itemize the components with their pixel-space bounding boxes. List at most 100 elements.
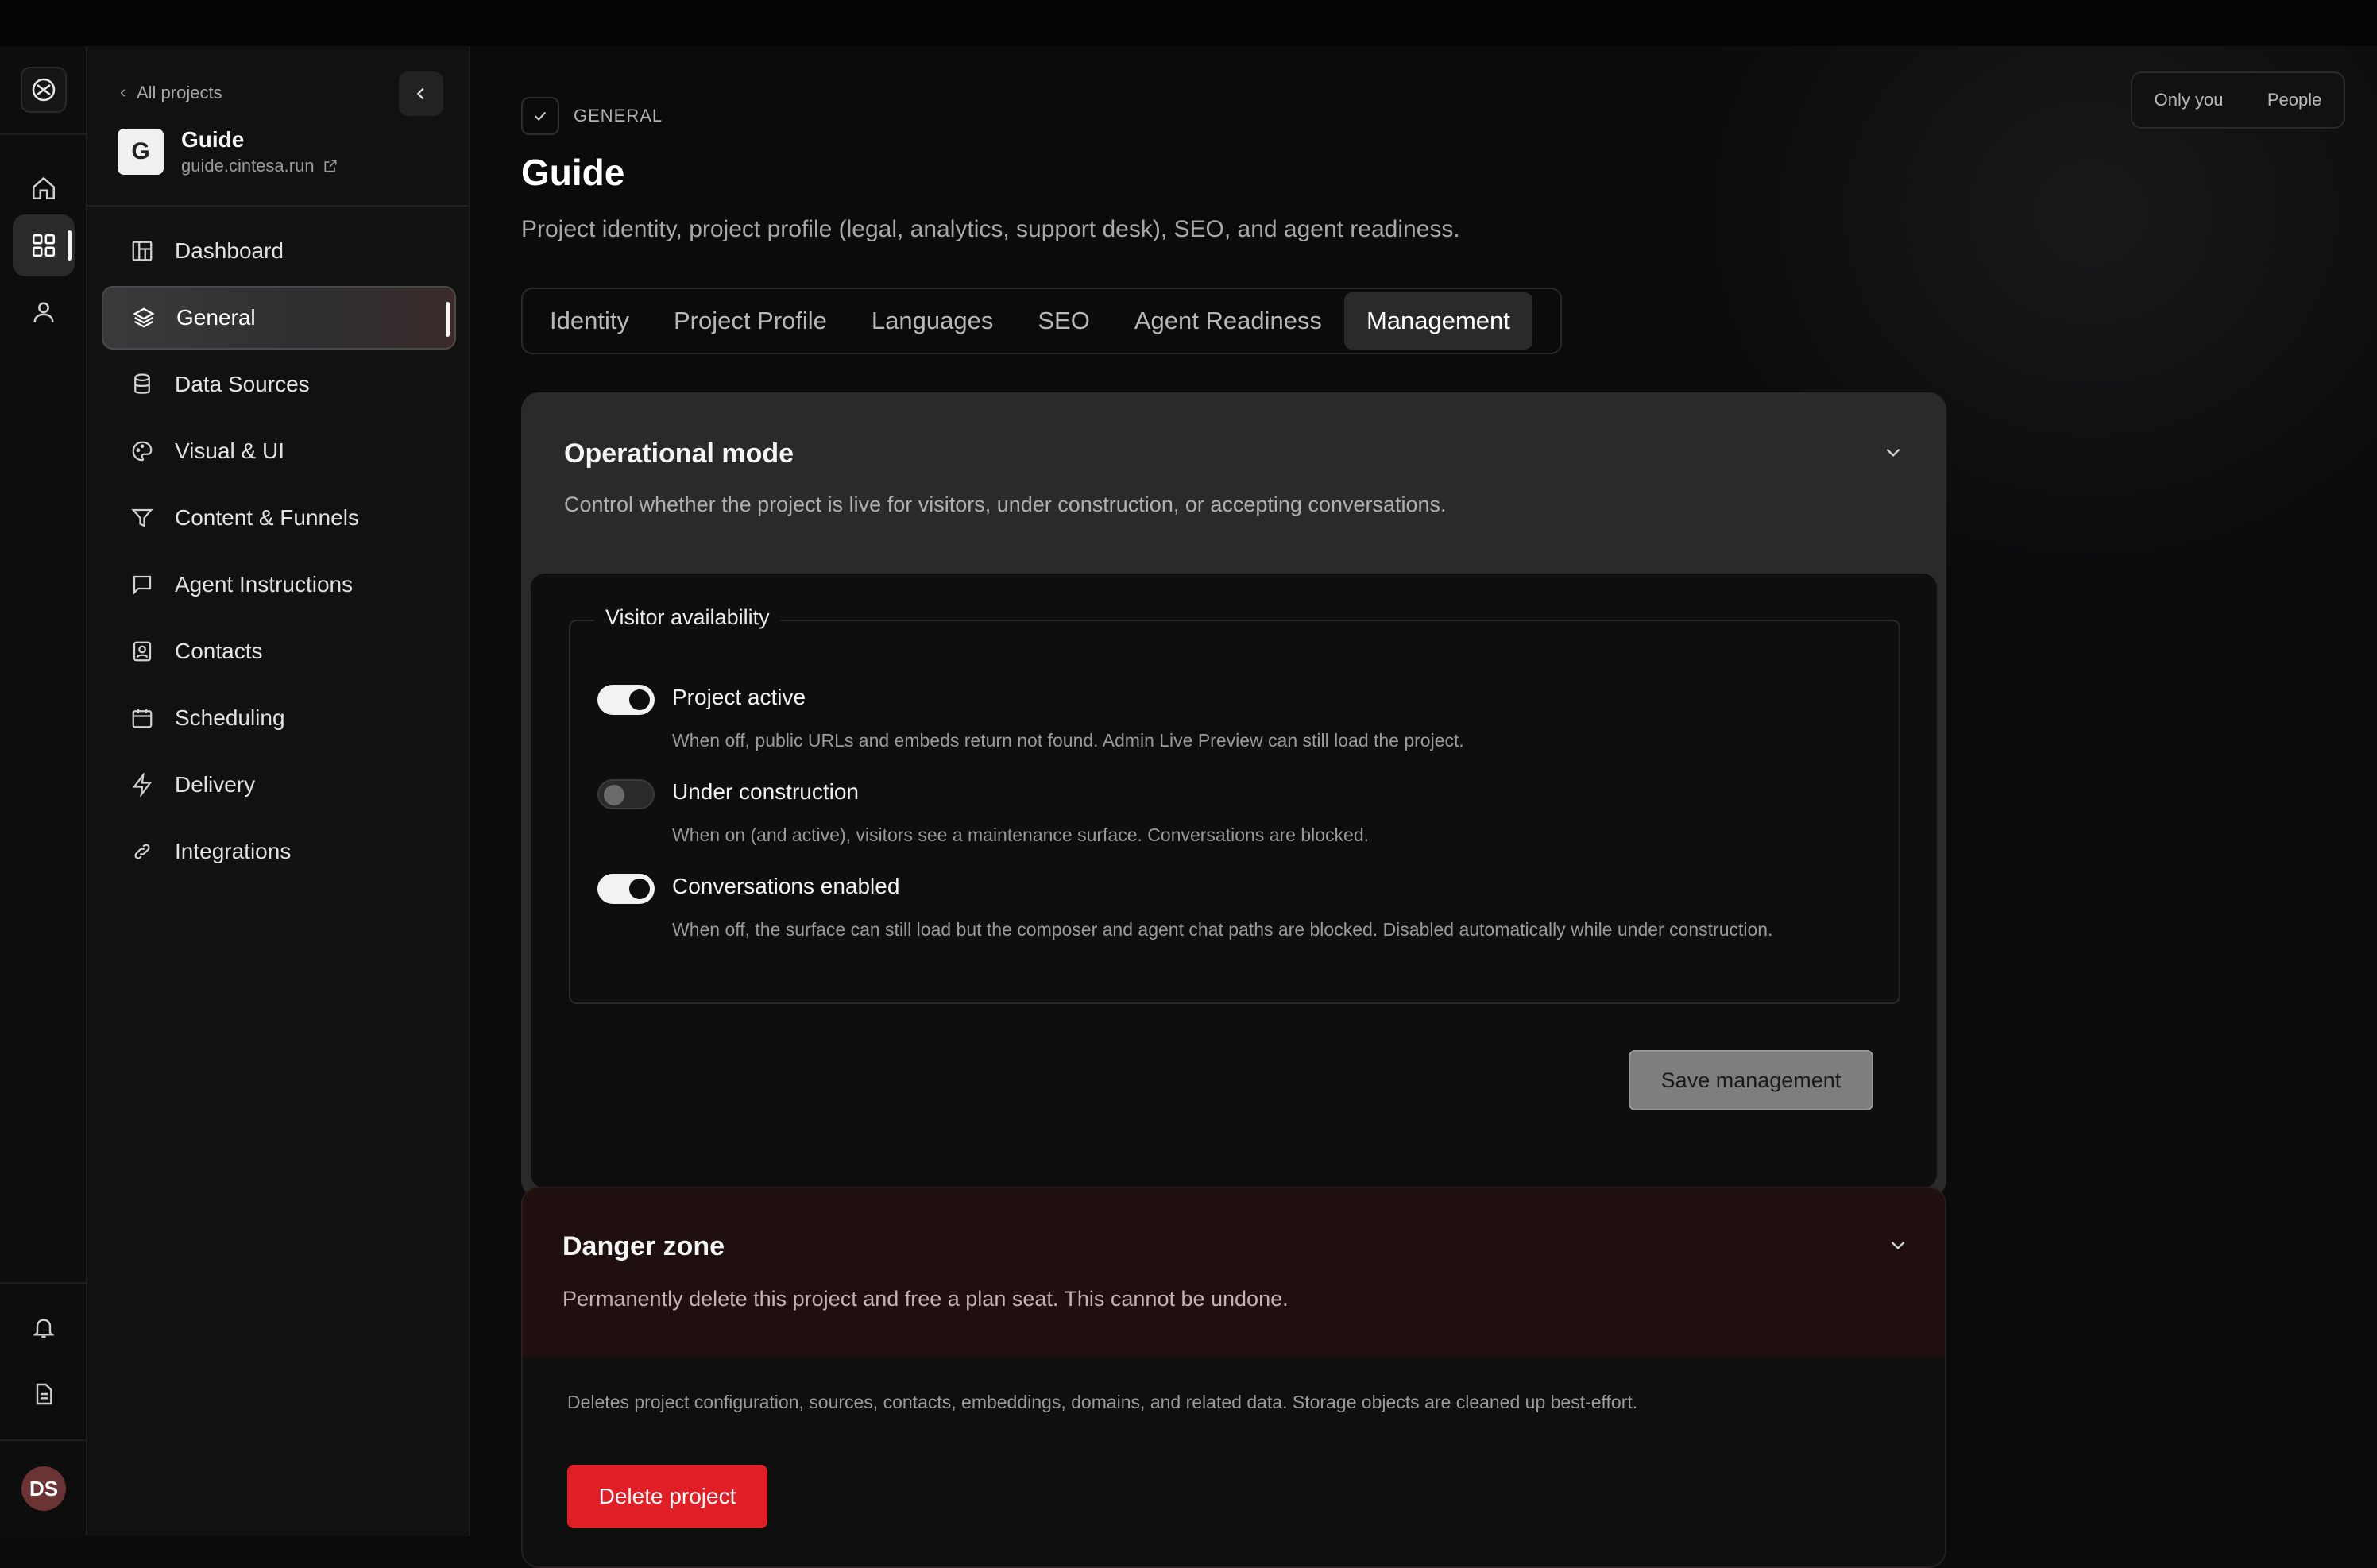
sidebar-item-label: Delivery	[175, 772, 256, 797]
project-thumbnail: G	[118, 129, 164, 175]
visitor-availability-fieldset: Visitor availability Project active When…	[569, 605, 1900, 1004]
toggle-knob	[629, 879, 650, 899]
project-thumb-letter: G	[131, 138, 150, 164]
grid-icon[interactable]	[13, 214, 75, 276]
danger-zone-note: Deletes project configuration, sources, …	[567, 1392, 1638, 1412]
toggle-knob	[604, 785, 624, 805]
sidebar-item-data-sources[interactable]: Data Sources	[102, 353, 456, 416]
sidebar-item-general[interactable]: General	[102, 286, 456, 350]
funnel-icon	[131, 508, 153, 527]
operational-mode-card: Operational mode Control whether the pro…	[521, 392, 1946, 1198]
toggle-label: Under construction	[672, 779, 860, 804]
tab-seo[interactable]: SEO	[1015, 292, 1111, 350]
main-content: Only you People GENERAL Guide Project id…	[470, 46, 2377, 1568]
window-top-strip	[0, 0, 2377, 46]
project-active-toggle[interactable]	[597, 685, 655, 715]
sidebar-item-label: General	[176, 305, 256, 330]
check-icon	[521, 97, 559, 135]
save-management-button[interactable]: Save management	[1629, 1050, 1873, 1110]
page-title: Guide	[521, 152, 625, 193]
operational-mode-description: Control whether the project is live for …	[564, 492, 1447, 516]
tab-bar: Identity Project Profile Languages SEO A…	[521, 288, 1562, 354]
sidebar-item-integrations[interactable]: Integrations	[102, 820, 456, 883]
active-indicator	[68, 230, 72, 261]
bolt-icon	[132, 773, 153, 797]
visitor-availability-legend: Visitor availability	[594, 605, 781, 630]
back-to-projects-link[interactable]: All projects	[118, 83, 222, 103]
toggle-help: When off, public URLs and embeds return …	[672, 730, 1464, 751]
operational-mode-title: Operational mode	[564, 438, 794, 469]
sidebar-item-label: Agent Instructions	[175, 572, 354, 597]
chevron-left-icon	[416, 87, 424, 100]
sidebar-item-delivery[interactable]: Delivery	[102, 753, 456, 817]
chevron-left-icon	[120, 89, 126, 97]
sidebar-item-label: Scheduling	[175, 705, 285, 730]
palette-icon	[132, 441, 153, 462]
app-logo-icon[interactable]	[21, 67, 67, 113]
bell-icon[interactable]	[13, 1296, 75, 1358]
project-url-link[interactable]: guide.cintesa.run	[181, 156, 338, 176]
sidebar-item-scheduling[interactable]: Scheduling	[102, 686, 456, 750]
sidebar-item-visual-ui[interactable]: Visual & UI	[102, 419, 456, 483]
document-icon[interactable]	[13, 1363, 75, 1425]
link-icon	[134, 844, 150, 859]
sidebar-item-label: Integrations	[175, 839, 292, 863]
sidebar-item-agent-instructions[interactable]: Agent Instructions	[102, 553, 456, 616]
visibility-only-you[interactable]: Only you	[2155, 90, 2224, 110]
rail-divider	[0, 1439, 87, 1441]
layers-icon	[133, 307, 155, 328]
breadcrumb: GENERAL	[521, 97, 663, 135]
home-icon[interactable]	[13, 157, 75, 219]
sidebar-divider	[87, 205, 469, 207]
toggle-help: When on (and active), visitors see a mai…	[672, 825, 1369, 845]
avatar[interactable]: DS	[21, 1466, 66, 1511]
icon-rail: DS	[0, 46, 87, 1536]
sidebar-item-contacts[interactable]: Contacts	[102, 620, 456, 683]
project-name: Guide	[181, 127, 245, 152]
sidebar-item-label: Content & Funnels	[175, 505, 359, 530]
active-indicator	[446, 302, 450, 337]
visibility-toggle: Only you People	[2131, 71, 2345, 129]
back-link-label: All projects	[137, 83, 222, 102]
chat-icon	[133, 575, 152, 595]
visibility-people[interactable]: People	[2267, 90, 2322, 110]
tab-agent-readiness[interactable]: Agent Readiness	[1112, 292, 1344, 350]
breadcrumb-label: GENERAL	[574, 106, 663, 126]
sidebar-item-label: Contacts	[175, 639, 263, 663]
tab-project-profile[interactable]: Project Profile	[651, 292, 849, 350]
dashboard-icon	[132, 241, 153, 261]
collapse-sidebar-button[interactable]	[399, 71, 443, 116]
external-link-icon	[324, 160, 337, 172]
sidebar-item-label: Visual & UI	[175, 438, 284, 463]
danger-zone-title: Danger zone	[562, 1231, 725, 1261]
chevron-down-icon[interactable]	[1880, 438, 1907, 465]
danger-zone-description: Permanently delete this project and free…	[562, 1287, 1289, 1311]
tab-management[interactable]: Management	[1343, 292, 1532, 350]
page-description: Project identity, project profile (legal…	[521, 216, 1460, 242]
toggle-help: When off, the surface can still load but…	[672, 919, 1773, 940]
tab-identity[interactable]: Identity	[528, 292, 651, 350]
contact-icon	[133, 641, 152, 662]
user-icon[interactable]	[13, 281, 75, 343]
operational-mode-body: Visitor availability Project active When…	[531, 574, 1937, 1188]
calendar-icon	[132, 709, 153, 728]
conversations-enabled-toggle[interactable]	[597, 874, 655, 904]
under-construction-toggle[interactable]	[597, 779, 655, 809]
project-url: guide.cintesa.run	[181, 156, 315, 176]
chevron-down-icon[interactable]	[1884, 1231, 1911, 1258]
toggle-label: Conversations enabled	[672, 874, 900, 898]
sidebar-item-label: Dashboard	[175, 238, 284, 263]
database-icon	[134, 373, 150, 394]
toggle-label: Project active	[672, 685, 806, 709]
rail-divider	[0, 133, 87, 135]
tab-languages[interactable]: Languages	[849, 292, 1015, 350]
toggle-knob	[629, 689, 650, 710]
danger-zone-header: Danger zone Permanently delete this proj…	[523, 1188, 1945, 1357]
sidebar-item-dashboard[interactable]: Dashboard	[102, 219, 456, 283]
danger-zone-card: Danger zone Permanently delete this proj…	[521, 1187, 1946, 1568]
sidebar-item-content-funnels[interactable]: Content & Funnels	[102, 486, 456, 550]
rail-divider	[0, 1282, 87, 1284]
sidebar: All projects G Guide guide.cintesa.run D…	[87, 46, 470, 1536]
sidebar-item-label: Data Sources	[175, 372, 310, 396]
delete-project-button[interactable]: Delete project	[567, 1465, 767, 1528]
